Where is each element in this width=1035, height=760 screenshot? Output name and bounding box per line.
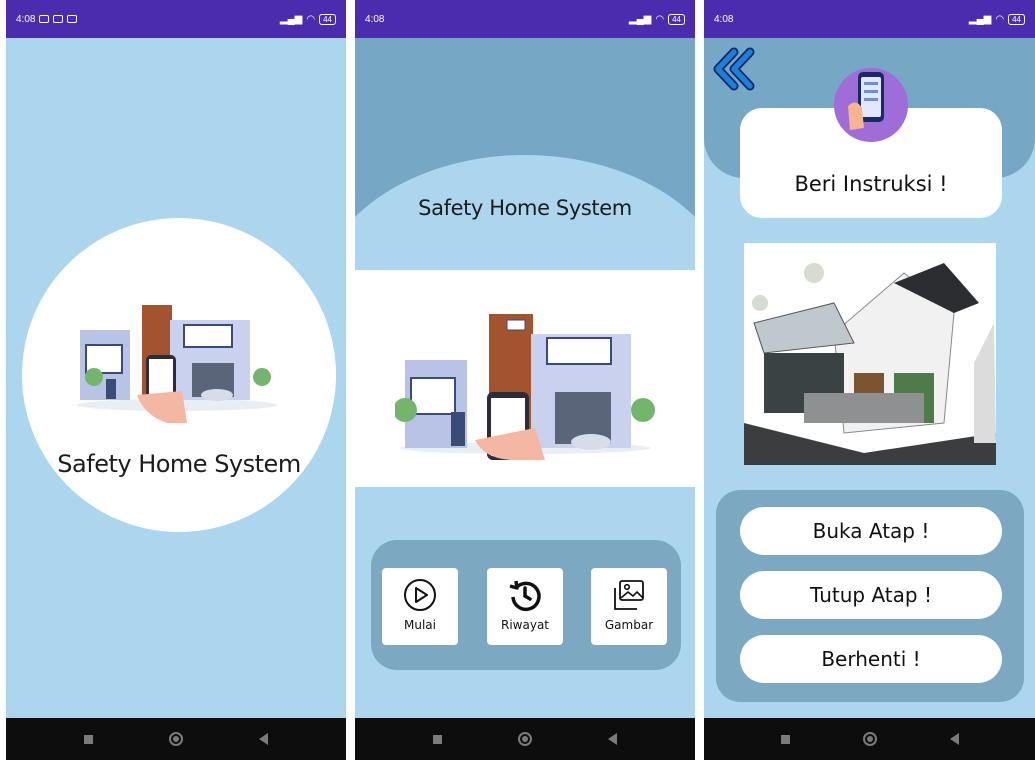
video-icon [67, 15, 78, 23]
back-button[interactable] [608, 733, 617, 745]
signal-icon: ▂▄▆ [628, 13, 652, 25]
history-button[interactable]: Riwayat [487, 568, 563, 645]
back-button[interactable] [949, 733, 959, 745]
stop-button[interactable]: Berhenti ! [740, 635, 1002, 683]
house-illustration [77, 305, 277, 423]
home-button[interactable] [169, 732, 183, 746]
status-time: 4:08 [714, 13, 734, 25]
house-illustration [395, 314, 655, 460]
signal-icon: ▂▄▆ [279, 13, 303, 25]
signal-icon: ▂▄▆ [968, 13, 992, 25]
gallery-label: Gambar [604, 618, 654, 632]
status-time: 4:08 [16, 13, 36, 25]
battery-icon: 44 [668, 13, 685, 25]
home-button[interactable] [862, 732, 877, 746]
recents-button[interactable] [84, 734, 93, 744]
menu-panel: Mulai Riwayat Gambar [371, 540, 681, 670]
start-label: Mulai [404, 618, 436, 632]
gallery-button[interactable]: Gambar [591, 568, 667, 645]
start-button[interactable]: Mulai [382, 568, 458, 645]
double-chevron-left-icon[interactable] [710, 46, 756, 92]
control-screen: 4:08 ▂▄▆ ◠ 44 Beri Instruksi ! Buka Atap… [704, 0, 1035, 760]
close-roof-button[interactable]: Tutup Atap ! [740, 571, 1002, 619]
battery-icon: 44 [1008, 13, 1025, 25]
notification-icon [39, 15, 50, 23]
control-panel: Buka Atap ! Tutup Atap ! Berhenti ! [716, 490, 1024, 702]
history-label: Riwayat [501, 618, 549, 632]
battery-icon: 44 [319, 13, 336, 25]
wifi-icon: ◠ [995, 13, 1005, 25]
status-bar: 4:08 ▂▄▆ ◠ 44 [6, 0, 346, 38]
mail-icon [53, 15, 64, 23]
navigation-bar [6, 718, 346, 760]
play-circle-icon [404, 579, 436, 611]
status-right: ▂▄▆ ◠ 44 [628, 13, 685, 25]
splash-screen: 4:08 ▂▄▆ ◠ 44 Safety Home System [6, 0, 346, 760]
navigation-bar [355, 718, 695, 760]
phone-hand-icon [834, 68, 908, 142]
wifi-icon: ◠ [655, 13, 665, 25]
house-render-image [744, 243, 996, 465]
app-title: Safety Home System [57, 450, 301, 478]
home-screen: 4:08 ▂▄▆ ◠ 44 Safety Home System Mulai R… [355, 0, 695, 760]
gallery-icon [614, 580, 644, 610]
status-right: ▂▄▆ ◠ 44 [968, 13, 1025, 25]
home-button[interactable] [518, 732, 532, 746]
notification-icons [39, 15, 78, 23]
screens-collage: 4:08 ▂▄▆ ◠ 44 Safety Home System 4:08 ▂▄… [0, 0, 1035, 760]
status-time: 4:08 [365, 13, 385, 25]
page-title: Safety Home System [418, 196, 632, 220]
history-icon [509, 580, 541, 612]
recents-button[interactable] [780, 734, 790, 744]
navigation-bar [704, 718, 1035, 760]
instruction-title: Beri Instruksi ! [794, 172, 948, 196]
status-bar: 4:08 ▂▄▆ ◠ 44 [355, 0, 695, 38]
status-right: ▂▄▆ ◠ 44 [279, 13, 336, 25]
recents-button[interactable] [433, 734, 442, 744]
open-roof-button[interactable]: Buka Atap ! [740, 507, 1002, 555]
hero-banner [355, 270, 695, 487]
status-bar: 4:08 ▂▄▆ ◠ 44 [704, 0, 1035, 38]
wifi-icon: ◠ [306, 13, 316, 25]
back-button[interactable] [259, 733, 268, 745]
